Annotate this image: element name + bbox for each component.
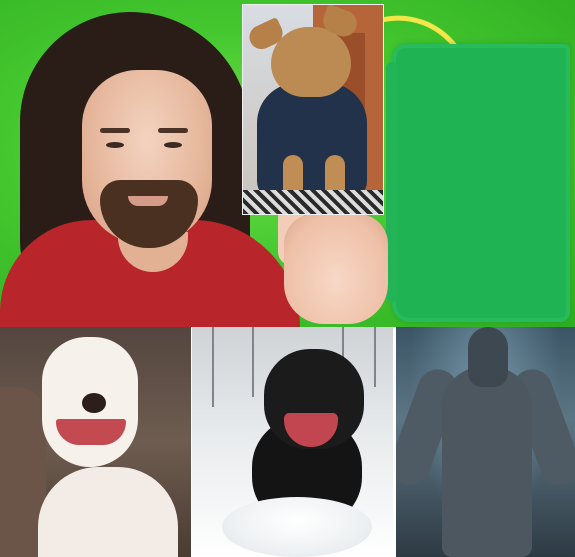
chihuahua-head [271,27,351,97]
man-right-brow [158,128,188,133]
white-pitbull-photo [0,327,191,557]
black-pitbull-photo [192,327,393,557]
werewolf-body [442,367,532,557]
werewolf-illustration [396,327,575,557]
chihuahua-photo [242,4,384,215]
man-hand [284,214,388,324]
background-tree [252,327,254,397]
collage-canvas [0,0,575,557]
chihuahua-jacket [257,83,367,201]
man-smile [128,196,168,206]
man-right-eye [164,142,182,148]
man-left-eye [106,142,124,148]
background-tree [212,327,214,407]
bottom-photo-row [0,327,575,557]
background-tree [374,327,376,387]
snow-spray [222,497,372,557]
green-paint-block [386,44,570,322]
man-left-brow [100,128,130,133]
white-pitbull-nose [82,393,106,413]
patterned-floor [243,190,383,214]
werewolf-howling-head [468,327,508,387]
white-pitbull-body [38,467,178,557]
white-pitbull-grin [56,419,126,445]
